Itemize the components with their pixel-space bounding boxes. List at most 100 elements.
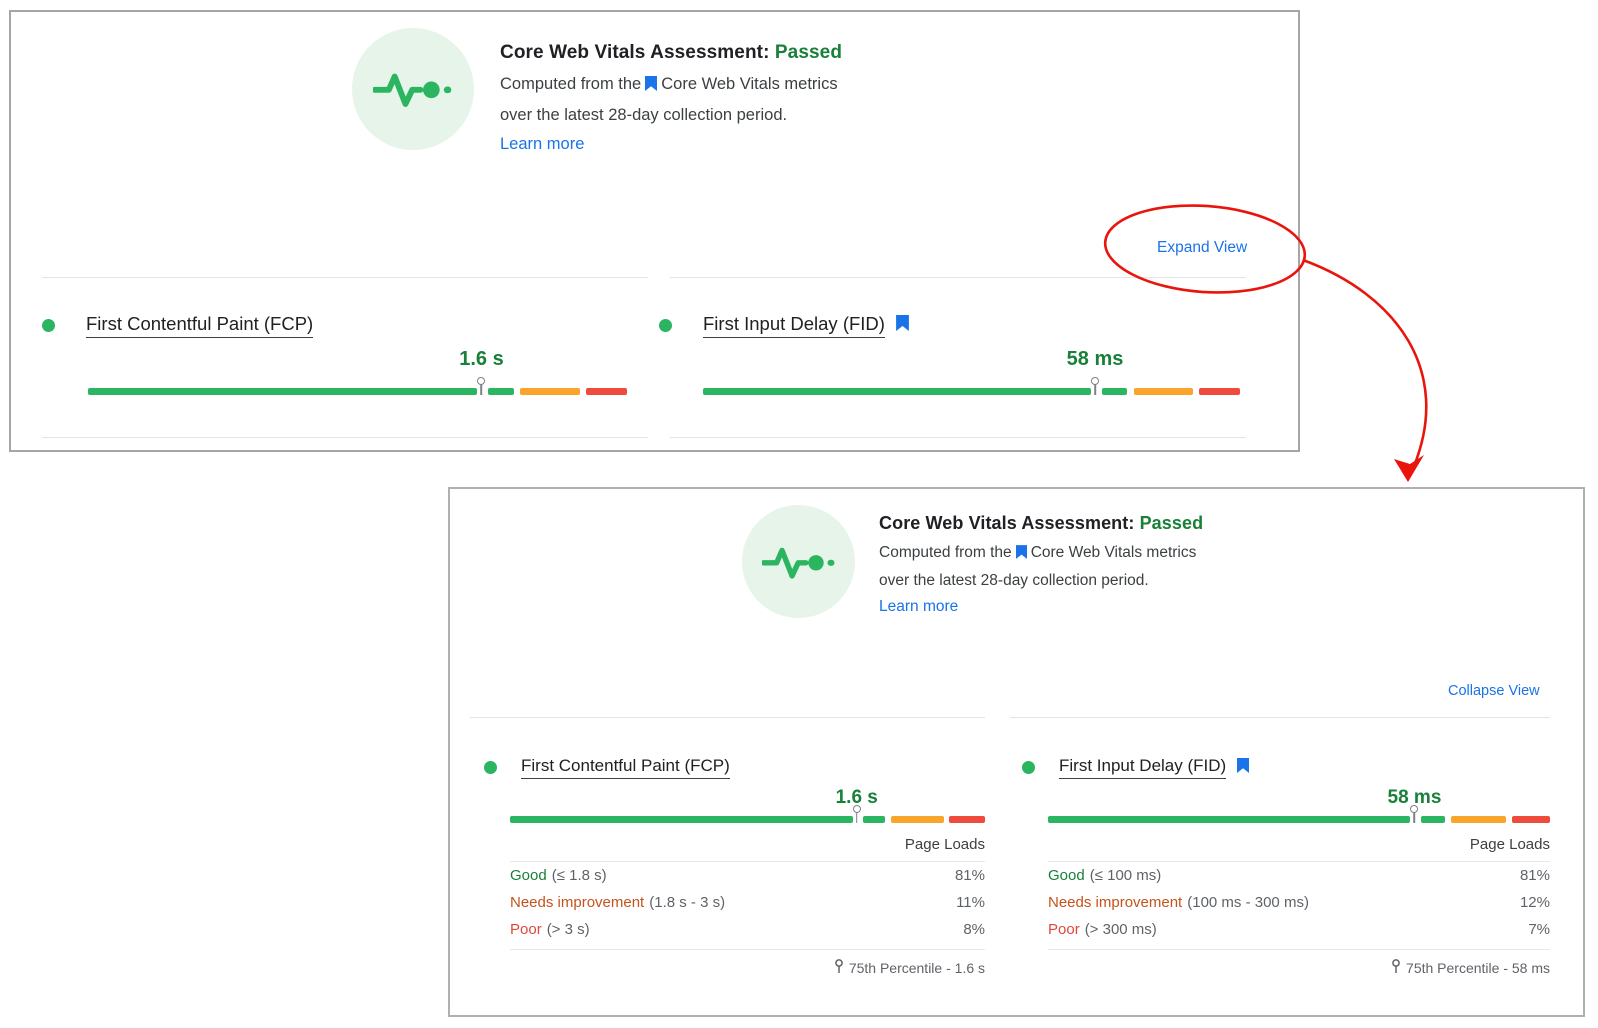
divider	[1010, 717, 1550, 718]
pulse-icon	[742, 505, 855, 618]
poor-pct: 7%	[1528, 916, 1550, 943]
fid-metric-link[interactable]: First Input Delay (FID)	[1059, 756, 1226, 779]
percentile-footer: 75th Percentile - 58 ms	[1048, 959, 1550, 977]
description-metrics-text: Core Web Vitals metrics	[661, 75, 837, 93]
stat-row-needs-improvement: Needs improvement (100 ms - 300 ms) 12%	[1048, 889, 1550, 916]
poor-label: Poor	[510, 921, 542, 938]
stat-row-poor: Poor(> 3 s) 8%	[510, 916, 985, 943]
divider	[42, 437, 648, 438]
learn-more-link[interactable]: Learn more	[879, 598, 958, 615]
fcp-value: 1.6 s	[459, 348, 503, 371]
assessment-description: Computed from the Core Web Vitals metrics…	[879, 540, 1203, 620]
fcp-metric-link[interactable]: First Contentful Paint (FCP)	[521, 756, 730, 779]
p75-marker-icon	[1091, 377, 1099, 385]
pin-icon	[834, 959, 844, 977]
bookmark-icon	[1016, 542, 1027, 568]
poor-range: (> 3 s)	[547, 921, 590, 938]
needs-improvement-pct: 11%	[956, 889, 985, 916]
page-loads-label: Page Loads	[1048, 835, 1550, 855]
assessment-title: Core Web Vitals Assessment:	[500, 42, 770, 63]
bar-segment-good-threshold	[1102, 388, 1127, 395]
percentile-text: 75th Percentile - 1.6 s	[849, 960, 985, 976]
bar-segment-needs-improvement	[891, 816, 944, 823]
good-label: Good	[510, 867, 547, 884]
bar-segment-poor	[586, 388, 627, 395]
assessment-title-row: Core Web Vitals Assessment: Passed	[500, 41, 842, 64]
collapse-view-link[interactable]: Collapse View	[1448, 683, 1540, 699]
divider	[670, 277, 1246, 278]
cwv-card-collapsed: Core Web Vitals Assessment: Passed Compu…	[9, 10, 1300, 452]
stat-row-poor: Poor (> 300 ms) 7%	[1048, 916, 1550, 943]
divider	[670, 437, 1246, 438]
bar-segment-good-threshold	[863, 816, 885, 823]
good-range: (≤ 1.8 s)	[552, 867, 607, 884]
p75-marker-icon	[1410, 805, 1418, 813]
poor-label: Poor	[1048, 921, 1080, 938]
fcp-distribution-bar	[88, 388, 627, 395]
divider	[42, 277, 648, 278]
fid-value: 58 ms	[1067, 348, 1124, 371]
bar-segment-good	[1048, 816, 1410, 823]
description-prefix: Computed from the	[879, 544, 1012, 561]
assessment-description: Computed from the Core Web Vitals metrics…	[500, 70, 842, 159]
bar-segment-good	[510, 816, 853, 823]
bar-segment-poor	[949, 816, 985, 823]
assessment-title-row: Core Web Vitals Assessment: Passed	[879, 512, 1203, 535]
cwv-card-expanded: Core Web Vitals Assessment: Passed Compu…	[448, 487, 1585, 1017]
poor-range: (> 300 ms)	[1085, 921, 1157, 938]
learn-more-link[interactable]: Learn more	[500, 135, 584, 153]
percentile-footer: 75th Percentile - 1.6 s	[510, 959, 985, 977]
p75-marker-icon	[853, 805, 861, 813]
assessment-header: Core Web Vitals Assessment: Passed Compu…	[352, 28, 842, 159]
bar-segment-poor	[1199, 388, 1240, 395]
stat-row-needs-improvement: Needs improvement(1.8 s - 3 s) 11%	[510, 889, 985, 916]
bar-segment-needs-improvement	[520, 388, 580, 395]
p75-marker-icon	[477, 377, 485, 385]
annotation-arrow	[1303, 260, 1426, 466]
fid-details: Page Loads Good (≤ 100 ms) 81% Needs impr…	[1048, 835, 1550, 977]
good-dot-icon	[484, 761, 497, 774]
bookmark-icon	[1237, 758, 1249, 778]
assessment-status: Passed	[775, 42, 842, 63]
bar-segment-good-threshold	[1421, 816, 1445, 823]
needs-improvement-pct: 12%	[1520, 889, 1550, 916]
good-pct: 81%	[955, 862, 985, 889]
good-range: (≤ 100 ms)	[1090, 867, 1162, 884]
stat-row-good: Good (≤ 100 ms) 81%	[1048, 862, 1550, 889]
good-label: Good	[1048, 867, 1085, 884]
metric-fid: First Input Delay (FID) 58 ms	[659, 313, 1251, 398]
percentile-text: 75th Percentile - 58 ms	[1406, 960, 1550, 976]
good-dot-icon	[42, 319, 55, 332]
fid-metric-link[interactable]: First Input Delay (FID)	[703, 313, 885, 338]
description-prefix: Computed from the	[500, 75, 641, 93]
stat-row-good: Good (≤ 1.8 s) 81%	[510, 862, 985, 889]
bookmark-icon	[645, 72, 657, 101]
good-pct: 81%	[1520, 862, 1550, 889]
needs-improvement-label: Needs improvement	[1048, 894, 1182, 911]
fcp-metric-link[interactable]: First Contentful Paint (FCP)	[86, 313, 313, 338]
needs-improvement-range: (100 ms - 300 ms)	[1187, 894, 1309, 911]
divider	[510, 949, 985, 950]
good-dot-icon	[1022, 761, 1035, 774]
page-loads-label: Page Loads	[510, 835, 985, 855]
divider	[1048, 949, 1550, 950]
expand-view-link[interactable]: Expand View	[1157, 239, 1247, 257]
bar-segment-good	[703, 388, 1091, 395]
bar-segment-needs-improvement	[1134, 388, 1194, 395]
pin-icon	[1391, 959, 1401, 977]
divider	[470, 717, 985, 718]
assessment-status: Passed	[1140, 513, 1204, 533]
bar-segment-needs-improvement	[1451, 816, 1507, 823]
assessment-title: Core Web Vitals Assessment:	[879, 513, 1134, 533]
description-suffix: over the latest 28-day collection period…	[500, 106, 787, 124]
pulse-icon	[352, 28, 474, 150]
good-dot-icon	[659, 319, 672, 332]
fcp-details: Page Loads Good (≤ 1.8 s) 81% Needs impro…	[510, 835, 985, 977]
metric-fcp: First Contentful Paint (FCP) 1.6 s	[42, 313, 638, 398]
fid-distribution-bar	[703, 388, 1240, 395]
fcp-distribution-bar	[510, 816, 985, 823]
metric-fid-expanded: First Input Delay (FID) 58 ms Page Loads…	[1008, 756, 1550, 977]
needs-improvement-label: Needs improvement	[510, 894, 644, 911]
description-suffix: over the latest 28-day collection period…	[879, 572, 1149, 589]
description-metrics-text: Core Web Vitals metrics	[1031, 544, 1197, 561]
